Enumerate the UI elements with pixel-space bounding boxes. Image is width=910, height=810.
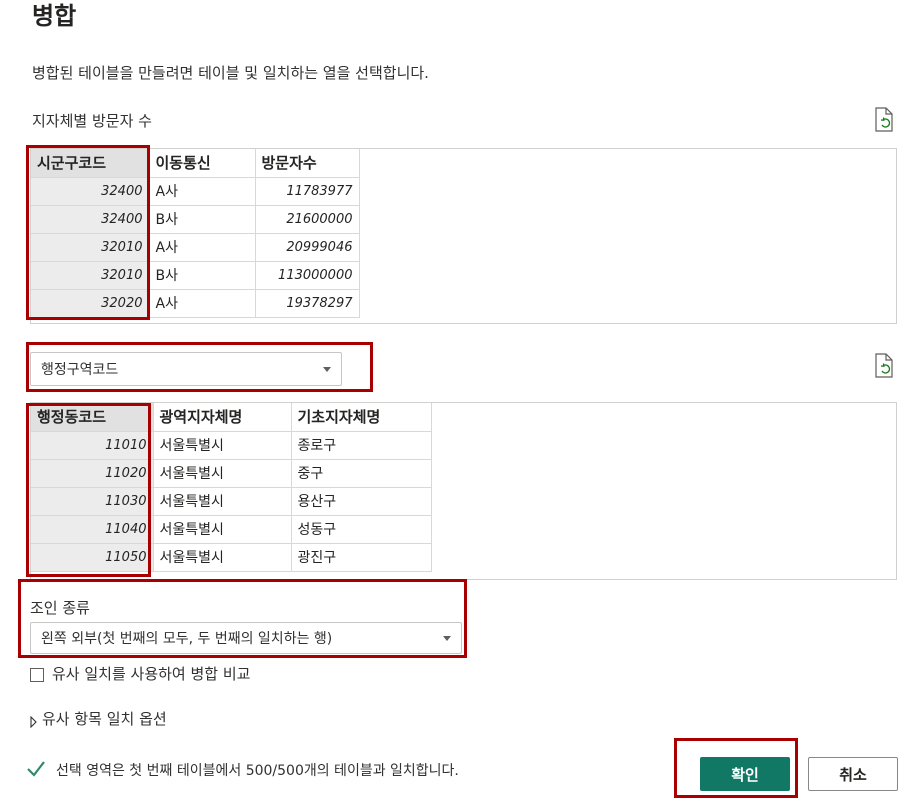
table2-select[interactable]: 행정구역코드 [30, 352, 342, 386]
cancel-button[interactable]: 취소 [808, 757, 898, 791]
dialog-title: 병합 [32, 2, 77, 30]
chevron-right-icon[interactable] [30, 713, 38, 729]
table-cell: 서울특별시 [152, 542, 292, 572]
table-cell: B사 [148, 260, 256, 290]
table-cell: 32400 [31, 204, 150, 234]
table2-header[interactable]: 기초지자체명 [290, 403, 432, 432]
match-status-message: 선택 영역은 첫 번째 테이블에서 500/500개의 테이블과 일치합니다. [56, 763, 459, 779]
table-row: 32020 A사 19378297 [31, 288, 360, 318]
table-cell: 광진구 [290, 542, 432, 572]
table-cell: A사 [148, 288, 256, 318]
table-row: 11050 서울특별시 광진구 [31, 542, 432, 572]
table-cell: 서울특별시 [152, 458, 292, 488]
table1-header[interactable]: 방문자수 [254, 149, 360, 178]
refresh-preview-icon[interactable] [873, 107, 895, 133]
table-cell: 32010 [31, 260, 150, 290]
table-cell: 21600000 [254, 204, 360, 234]
fuzzy-match-checkbox[interactable] [30, 668, 44, 682]
table2-header[interactable]: 광역지자체명 [152, 403, 292, 432]
table-cell: 종로구 [290, 430, 432, 460]
join-kind-label: 조인 종류 [30, 599, 90, 617]
table-cell: 중구 [290, 458, 432, 488]
table-cell: 서울특별시 [152, 514, 292, 544]
table-row: 32400 A사 11783977 [31, 176, 360, 206]
join-kind-select[interactable]: 왼쪽 외부(첫 번째의 모두, 두 번째의 일치하는 행) [30, 622, 462, 654]
checkmark-icon [26, 760, 46, 778]
table1-preview: 시군구코드 이동통신 방문자수 32400 A사 11783977 32400 … [30, 148, 897, 324]
table-cell: B사 [148, 204, 256, 234]
table1-header[interactable]: 이동통신 [148, 149, 256, 178]
table-cell: 서울특별시 [152, 486, 292, 516]
table-cell: 113000000 [254, 260, 360, 290]
table-cell: A사 [148, 176, 256, 206]
table-cell: 20999046 [254, 232, 360, 262]
table-cell: 11783977 [254, 176, 360, 206]
table-cell: 서울특별시 [152, 430, 292, 460]
table-cell: 11010 [31, 430, 154, 460]
join-kind-value: 왼쪽 외부(첫 번째의 모두, 두 번째의 일치하는 행) [41, 631, 333, 647]
table-row: 11020 서울특별시 중구 [31, 458, 432, 488]
table-cell: A사 [148, 232, 256, 262]
table-row: 32010 B사 113000000 [31, 260, 360, 290]
table-cell: 32020 [31, 288, 150, 318]
table2-preview: 행정동코드 광역지자체명 기초지자체명 11010 서울특별시 종로구 1102… [30, 402, 897, 580]
dialog-subtitle: 병합된 테이블을 만들려면 테이블 및 일치하는 열을 선택합니다. [32, 64, 429, 82]
table-cell: 19378297 [254, 288, 360, 318]
table-cell: 11030 [31, 486, 154, 516]
table-row: 32400 B사 21600000 [31, 204, 360, 234]
table-cell: 11040 [31, 514, 154, 544]
table-cell: 11050 [31, 542, 154, 572]
fuzzy-options-toggle[interactable]: 유사 항목 일치 옵션 [42, 708, 167, 729]
fuzzy-match-label[interactable]: 유사 일치를 사용하여 병합 비교 [52, 663, 250, 684]
table2-grid: 행정동코드 광역지자체명 기초지자체명 11010 서울특별시 종로구 1102… [31, 403, 432, 572]
table-cell: 성동구 [290, 514, 432, 544]
table-row: 32010 A사 20999046 [31, 232, 360, 262]
table-cell: 용산구 [290, 486, 432, 516]
table1-grid: 시군구코드 이동통신 방문자수 32400 A사 11783977 32400 … [31, 149, 360, 318]
table2-select-value: 행정구역코드 [41, 362, 119, 378]
table-row: 11030 서울특별시 용산구 [31, 486, 432, 516]
ok-button[interactable]: 확인 [700, 757, 790, 791]
table-row: 11010 서울특별시 종로구 [31, 430, 432, 460]
table-cell: 32400 [31, 176, 150, 206]
table-cell: 32010 [31, 232, 150, 262]
chevron-down-icon [323, 367, 331, 372]
table1-label: 지자체별 방문자 수 [32, 112, 152, 130]
chevron-down-icon [443, 636, 451, 641]
table2-header-key[interactable]: 행정동코드 [31, 403, 154, 432]
table1-header-key[interactable]: 시군구코드 [31, 149, 150, 178]
table-row: 11040 서울특별시 성동구 [31, 514, 432, 544]
refresh-preview-icon[interactable] [873, 353, 895, 379]
table-cell: 11020 [31, 458, 154, 488]
